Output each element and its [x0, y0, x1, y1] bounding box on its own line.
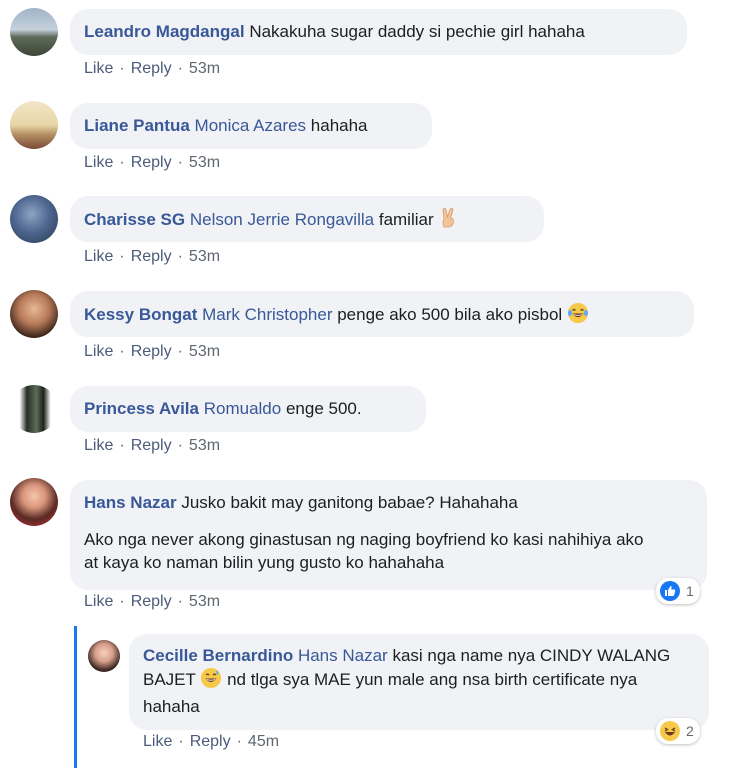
reply-bubble: Cecille Bernardino Hans Nazar kasi nga n… — [129, 634, 709, 730]
comment-author[interactable]: Princess Avila — [84, 399, 199, 418]
avatar[interactable] — [10, 195, 58, 243]
like-link[interactable]: Like — [143, 733, 172, 750]
like-link[interactable]: Like — [84, 593, 113, 610]
comment-bubble: Liane Pantua Monica Azares hahaha — [70, 103, 432, 149]
timestamp[interactable]: 45m — [248, 733, 279, 750]
victory-hand-emoji — [438, 207, 460, 235]
comment-actions: Like · Reply · 53m — [84, 60, 221, 77]
comment-author[interactable]: Kessy Bongat — [84, 305, 197, 324]
reply-thread-line — [74, 626, 77, 768]
avatar[interactable] — [10, 101, 58, 149]
timestamp[interactable]: 53m — [189, 248, 220, 265]
reaction-count-label: 2 — [686, 723, 694, 739]
comment-text: penge ako 500 bila ako pisbol — [337, 305, 563, 324]
mention-link[interactable]: Romualdo — [204, 399, 282, 418]
comment-author[interactable]: Liane Pantua — [84, 116, 190, 135]
mention-link[interactable]: Nelson Jerrie Rongavilla — [190, 210, 374, 229]
reply-author[interactable]: Cecille Bernardino — [143, 646, 293, 665]
timestamp[interactable]: 53m — [189, 437, 220, 454]
comment-actions: Like · Reply · 53m — [84, 248, 221, 265]
like-link[interactable]: Like — [84, 248, 113, 265]
comment-bubble: Princess Avila Romualdo enge 500. — [70, 386, 426, 432]
reaction-count[interactable]: 2 — [656, 718, 700, 744]
avatar[interactable] — [10, 290, 58, 338]
comment-actions: Like · Reply · 53m — [84, 593, 221, 610]
comment-actions: Like · Reply · 53m — [84, 437, 221, 454]
comment-actions: Like · Reply · 53m — [84, 154, 221, 171]
haha-reaction-icon — [660, 721, 680, 741]
comment-text: enge 500. — [285, 399, 362, 418]
avatar[interactable] — [10, 385, 58, 433]
comment-text: Nakakuha sugar daddy si pechie girl haha… — [249, 22, 585, 41]
comment-bubble: Charisse SG Nelson Jerrie Rongavilla fam… — [70, 196, 544, 242]
reply-link[interactable]: Reply — [131, 437, 172, 454]
reply-link[interactable]: Reply — [190, 733, 231, 750]
avatar[interactable] — [88, 640, 120, 672]
avatar[interactable] — [10, 8, 58, 56]
like-link[interactable]: Like — [84, 343, 113, 360]
reply-link[interactable]: Reply — [131, 593, 172, 610]
avatar[interactable] — [10, 478, 58, 526]
comment-actions: Like · Reply · 53m — [84, 343, 221, 360]
mention-link[interactable]: Monica Azares — [195, 116, 307, 135]
like-link[interactable]: Like — [84, 60, 113, 77]
reaction-count[interactable]: 1 — [656, 578, 700, 604]
timestamp[interactable]: 53m — [189, 343, 220, 360]
timestamp[interactable]: 53m — [189, 60, 220, 77]
like-link[interactable]: Like — [84, 437, 113, 454]
comment-author[interactable]: Charisse SG — [84, 210, 185, 229]
comment-bubble: Leandro Magdangal Nakakuha sugar daddy s… — [70, 9, 687, 55]
like-link[interactable]: Like — [84, 154, 113, 171]
like-reaction-icon — [660, 581, 680, 601]
timestamp[interactable]: 53m — [189, 593, 220, 610]
comment-text: familiar — [378, 210, 434, 229]
reply-actions: Like · Reply · 45m — [143, 733, 280, 750]
mention-link[interactable]: Hans Nazar — [298, 646, 388, 665]
comment-text-paragraph: Ako nga never akong ginastusan ng naging… — [84, 530, 644, 572]
tears-of-joy-emoji — [567, 302, 589, 330]
comment-author[interactable]: Hans Nazar — [84, 493, 177, 512]
reply-link[interactable]: Reply — [131, 60, 172, 77]
timestamp[interactable]: 53m — [189, 154, 220, 171]
reply-link[interactable]: Reply — [131, 154, 172, 171]
grinning-sweat-emoji — [200, 667, 222, 695]
comment-text: hahaha — [310, 116, 368, 135]
reaction-count-label: 1 — [686, 583, 694, 599]
comment-bubble: Kessy Bongat Mark Christopher penge ako … — [70, 291, 694, 337]
mention-link[interactable]: Mark Christopher — [202, 305, 332, 324]
comment-text: Jusko bakit may ganitong babae? Hahahaha — [181, 493, 518, 512]
comment-author[interactable]: Leandro Magdangal — [84, 22, 245, 41]
reply-link[interactable]: Reply — [131, 248, 172, 265]
reply-link[interactable]: Reply — [131, 343, 172, 360]
comment-bubble: Hans Nazar Jusko bakit may ganitong baba… — [70, 480, 707, 590]
